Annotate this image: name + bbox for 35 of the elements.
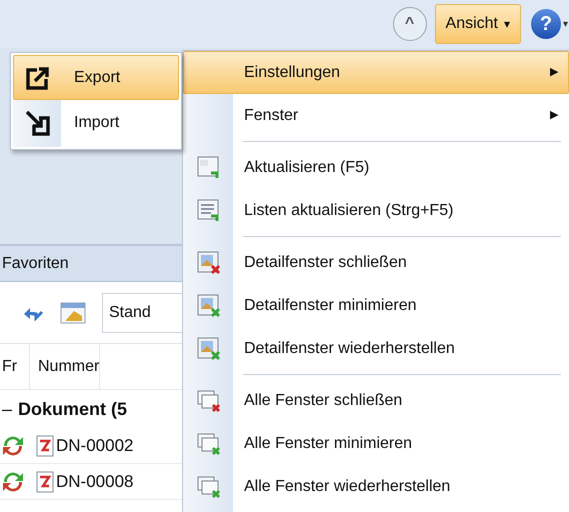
collapse-toggle[interactable]: – [2,396,12,422]
view-button[interactable]: Ansicht ▾ [434,4,521,44]
menu-item[interactable]: Export [13,55,179,100]
import-icon [25,110,51,136]
column-header[interactable]: Fr [0,344,30,389]
group-label: Dokument (5 [18,398,128,421]
document-icon [36,434,54,456]
collapse-button[interactable]: ^ [392,7,427,41]
menu-item[interactable]: Fenster ▶ [183,94,569,137]
picture-window-icon [197,250,221,274]
caret-icon: ▾ [504,15,510,33]
list-refresh-icon [197,198,221,222]
submenu-arrow-icon: ▶ [550,52,568,93]
menu-item[interactable]: Aktualisieren (F5) [183,146,569,189]
stacked-windows-icon [197,388,221,412]
table-cell-text: DN-00008 [56,470,134,493]
help-icon: ? [531,9,561,39]
export-icon [25,64,51,90]
menu-item[interactable]: Import [13,100,179,145]
stacked-windows-icon [197,432,221,456]
table-cell-text: DN-00002 [56,434,134,457]
stacked-windows-icon [197,474,221,498]
refresh-page-icon [197,156,221,180]
column-header[interactable]: Nummer [30,344,100,389]
menu-item[interactable]: Alle Fenster schließen [183,379,569,422]
help-button[interactable]: ? ▾ [529,4,569,44]
menu-item[interactable]: Alle Fenster minimieren [183,422,569,465]
document-icon [36,470,54,492]
menu-item[interactable]: Einstellungen ▶ [183,51,569,94]
menu-item[interactable]: Listen aktualisieren (Strg+F5) [183,189,569,232]
picture-window-icon [197,294,221,318]
caret-icon: ▾ [563,16,568,32]
menu-item[interactable]: Alle Fenster wiederherstellen [183,465,569,508]
submenu-arrow-icon: ▶ [550,95,568,136]
picture-window-icon [197,336,221,360]
